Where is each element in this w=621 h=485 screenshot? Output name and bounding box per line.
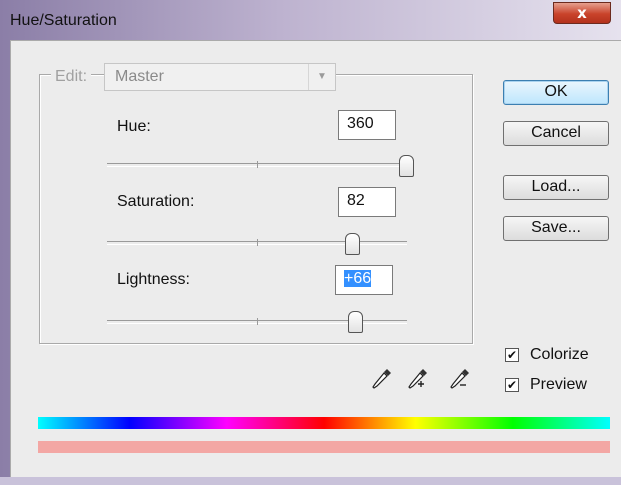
close-icon: x: [577, 4, 587, 22]
colorize-label[interactable]: Colorize: [530, 346, 589, 364]
lightness-input[interactable]: +66: [335, 265, 393, 295]
chevron-down-icon: ▼: [308, 64, 335, 90]
saturation-input[interactable]: 82: [338, 187, 396, 217]
preview-label[interactable]: Preview: [530, 376, 587, 394]
edit-label: Edit:: [51, 68, 92, 86]
adjustment-group: [39, 74, 473, 344]
lightness-label: Lightness:: [117, 271, 190, 288]
eyedropper-minus-icon[interactable]: [449, 367, 471, 391]
close-button[interactable]: x: [553, 2, 611, 24]
hue-slider-tick: [257, 161, 258, 168]
hue-slider-track[interactable]: [107, 161, 407, 168]
saturation-slider-thumb[interactable]: [345, 233, 360, 255]
lightness-input-selection: +66: [344, 270, 372, 287]
input-hue-spectrum: [38, 417, 610, 429]
hue-label: Hue:: [117, 118, 151, 135]
saturation-label: Saturation:: [117, 193, 195, 210]
eyedropper-icon[interactable]: [371, 367, 393, 391]
edit-dropdown[interactable]: Master ▼: [104, 63, 336, 91]
edit-dropdown-value: Master: [115, 68, 164, 85]
dialog-body: Edit: Master ▼ Hue: 360 Saturation: 82 L…: [10, 40, 621, 478]
saturation-slider-track[interactable]: [107, 239, 407, 246]
dialog-window: Hue/Saturation x Edit: Master ▼ Hue: 360…: [0, 0, 621, 485]
window-title: Hue/Saturation: [10, 12, 117, 29]
cancel-button[interactable]: Cancel: [503, 121, 609, 146]
title-bar[interactable]: Hue/Saturation x: [0, 0, 621, 40]
preview-checkbox[interactable]: ✔: [505, 378, 519, 392]
window-border-bottom: [0, 477, 621, 485]
colorize-checkbox[interactable]: ✔: [505, 348, 519, 362]
lightness-slider-thumb[interactable]: [348, 311, 363, 333]
eyedropper-plus-icon[interactable]: [407, 367, 429, 391]
hue-slider-thumb[interactable]: [399, 155, 414, 177]
saturation-slider-tick: [257, 239, 258, 246]
hue-input[interactable]: 360: [338, 110, 396, 140]
output-colorize-bar: [38, 441, 610, 453]
save-button[interactable]: Save...: [503, 216, 609, 241]
lightness-slider-tick: [257, 318, 258, 325]
ok-button[interactable]: OK: [503, 80, 609, 105]
load-button[interactable]: Load...: [503, 175, 609, 200]
